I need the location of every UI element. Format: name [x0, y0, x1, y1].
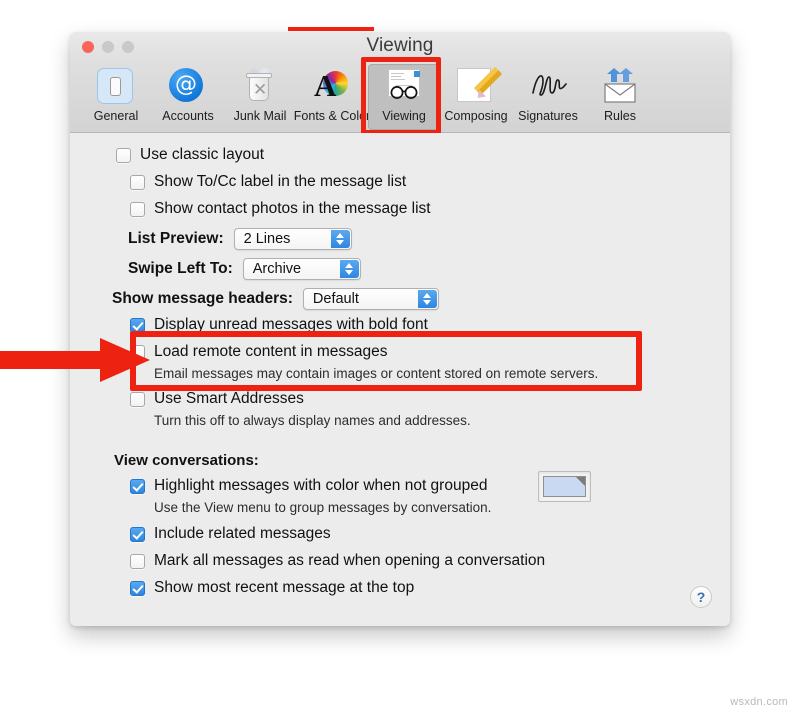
setting-label: Use Smart Addresses	[154, 390, 304, 407]
checkbox-include-related[interactable]	[130, 526, 145, 542]
setting-show-to-cc-label[interactable]: Show To/Cc label in the message list	[130, 173, 406, 191]
setting-label: Mark all messages as read when opening a…	[154, 552, 546, 569]
message-headers-label: Show message headers:	[112, 290, 293, 307]
tab-label: Accounts	[162, 109, 214, 123]
window-title: Viewing	[366, 35, 434, 56]
checkbox-show-to-cc-label[interactable]	[130, 174, 145, 190]
color-swatch	[543, 476, 586, 497]
setting-label: Highlight messages with color when not g…	[154, 477, 488, 494]
tab-label: Signatures	[518, 109, 578, 123]
signature-icon	[529, 68, 567, 106]
setting-label: Load remote content in messages	[154, 343, 388, 360]
tab-label: Junk Mail	[233, 109, 287, 123]
setting-label: Show most recent message at the top	[154, 579, 415, 596]
tab-label: Fonts & Color	[293, 109, 371, 123]
setting-label: Use classic layout	[140, 146, 265, 163]
checkbox-show-contact-photos[interactable]	[130, 201, 145, 217]
swipe-left-value: Archive	[252, 261, 302, 277]
tab-label: Viewing	[382, 109, 426, 123]
setting-mark-all-read[interactable]: Mark all messages as read when opening a…	[130, 552, 545, 570]
checkbox-highlight-with-color[interactable]	[130, 478, 145, 494]
setting-show-message-headers: Show message headers: Default	[112, 288, 439, 310]
screenshot-root: Viewing General @ Accounts ✕ Junk Mail A…	[0, 0, 800, 716]
stepper-arrows-icon[interactable]	[330, 230, 350, 248]
stepper-arrows-icon[interactable]	[339, 260, 359, 278]
watermark: wsxdn.com	[730, 696, 788, 708]
use-smart-addresses-description: Turn this off to always display names an…	[154, 413, 471, 428]
tab-junk-mail[interactable]: ✕ Junk Mail	[224, 64, 296, 130]
setting-show-contact-photos[interactable]: Show contact photos in the message list	[130, 200, 431, 218]
mail-preferences-window: Viewing General @ Accounts ✕ Junk Mail A…	[70, 32, 730, 626]
setting-use-classic-layout[interactable]: Use classic layout	[116, 146, 264, 164]
tab-fonts-and-colors[interactable]: A Fonts & Color	[293, 64, 371, 130]
highlight-color-well[interactable]	[538, 471, 591, 502]
general-icon	[97, 68, 135, 106]
annotation-underline-window-title	[288, 27, 374, 31]
setting-include-related[interactable]: Include related messages	[130, 525, 331, 543]
setting-use-smart-addresses[interactable]: Use Smart Addresses	[130, 390, 304, 408]
viewing-settings-pane: Use classic layout Show To/Cc label in t…	[70, 133, 730, 626]
list-preview-label: List Preview:	[128, 230, 224, 247]
setting-load-remote-content[interactable]: Load remote content in messages	[130, 343, 388, 361]
pencil-paper-icon	[457, 66, 503, 106]
tab-composing[interactable]: Composing	[440, 64, 512, 130]
tab-label: General	[93, 109, 139, 123]
setting-label: Show contact photos in the message list	[154, 200, 431, 217]
tab-rules[interactable]: Rules	[584, 64, 656, 130]
setting-label: Show To/Cc label in the message list	[154, 173, 407, 190]
color-wheel-a-icon: A	[313, 68, 351, 106]
envelope-arrows-icon	[601, 68, 639, 106]
checkbox-mark-all-read[interactable]	[130, 553, 145, 569]
tab-signatures[interactable]: Signatures	[512, 64, 584, 130]
setting-highlight-with-color[interactable]: Highlight messages with color when not g…	[130, 477, 487, 495]
checkbox-use-classic-layout[interactable]	[116, 147, 131, 163]
help-button[interactable]: ?	[690, 586, 712, 608]
setting-list-preview: List Preview: 2 Lines	[128, 228, 352, 250]
setting-label: Include related messages	[154, 525, 331, 542]
checkbox-use-smart-addresses[interactable]	[130, 391, 145, 407]
eyeglasses-icon	[385, 68, 423, 106]
at-sign-icon: @	[169, 68, 207, 106]
setting-swipe-left-to: Swipe Left To: Archive	[128, 258, 361, 280]
message-headers-select[interactable]: Default	[302, 288, 439, 310]
swipe-left-label: Swipe Left To:	[128, 260, 233, 277]
setting-display-unread-bold[interactable]: Display unread messages with bold font	[130, 316, 428, 334]
tab-accounts[interactable]: @ Accounts	[152, 64, 224, 130]
window-titlebar[interactable]: Viewing	[70, 32, 730, 62]
stepper-arrows-icon[interactable]	[417, 290, 437, 308]
message-headers-value: Default	[312, 291, 359, 307]
list-preview-value: 2 Lines	[243, 231, 291, 247]
checkbox-display-unread-bold[interactable]	[130, 317, 145, 333]
list-preview-select[interactable]: 2 Lines	[233, 228, 352, 250]
tab-label: Composing	[444, 109, 508, 123]
load-remote-content-description: Email messages may contain images or con…	[154, 366, 599, 381]
preferences-toolbar: General @ Accounts ✕ Junk Mail A Fonts &…	[70, 57, 730, 135]
tab-label: Rules	[604, 109, 636, 123]
view-conversations-heading: View conversations:	[114, 452, 259, 469]
highlight-with-color-description: Use the View menu to group messages by c…	[154, 500, 492, 515]
setting-most-recent-top[interactable]: Show most recent message at the top	[130, 579, 414, 597]
tab-general[interactable]: General	[80, 64, 152, 130]
trash-can-icon: ✕	[241, 68, 279, 106]
checkbox-most-recent-top[interactable]	[130, 580, 145, 596]
tab-viewing[interactable]: Viewing	[368, 64, 440, 130]
setting-label: Display unread messages with bold font	[154, 316, 428, 333]
annotation-arrow-right-icon	[0, 338, 150, 382]
swipe-left-select[interactable]: Archive	[242, 258, 361, 280]
